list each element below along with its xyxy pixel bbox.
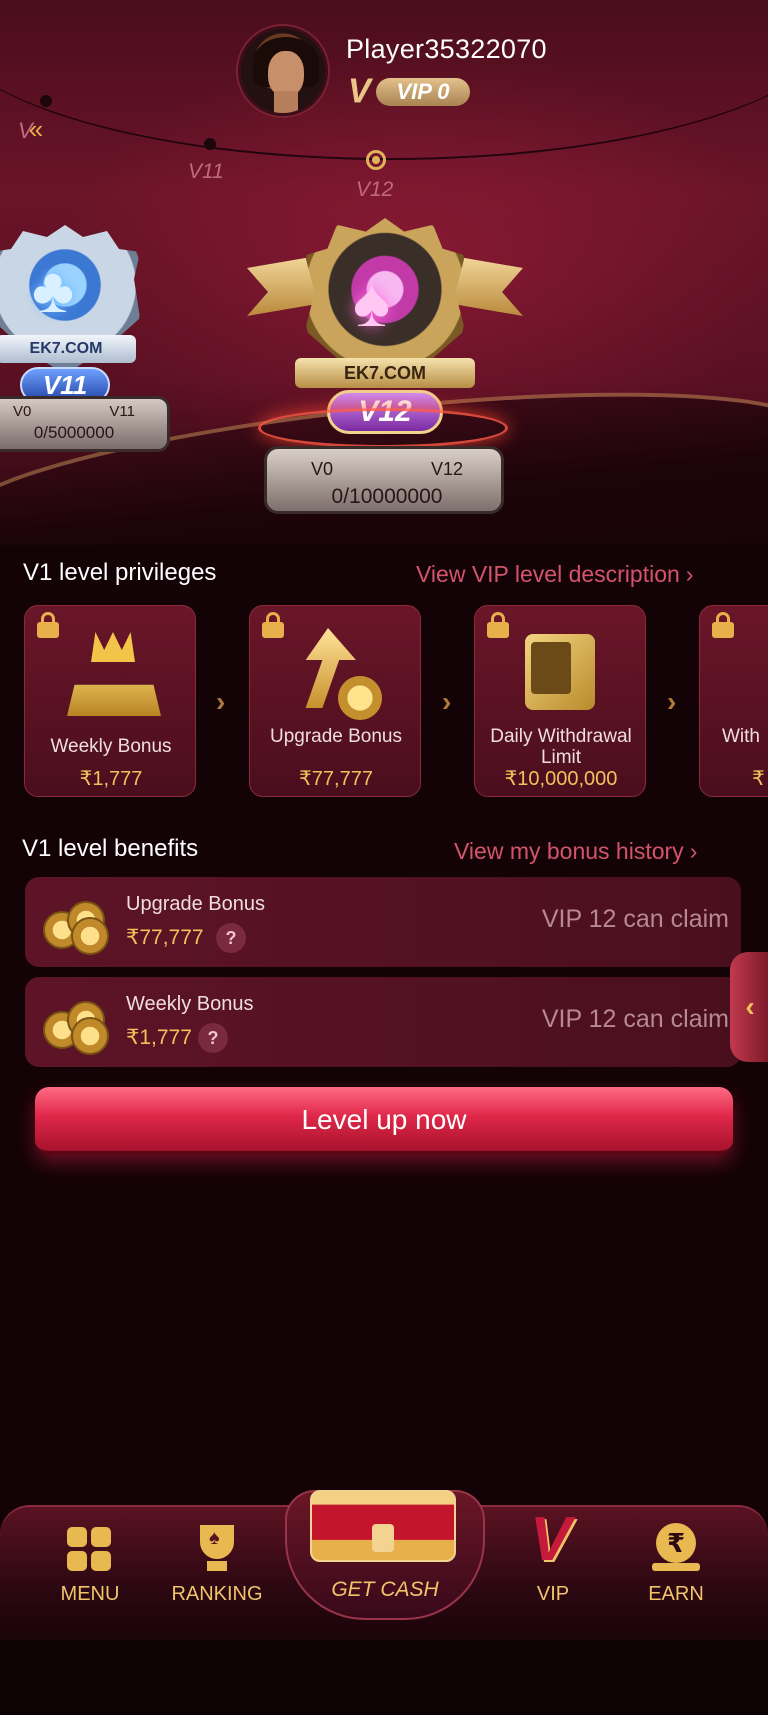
nav-ranking[interactable]: ♠ RANKING — [157, 1523, 277, 1606]
pedestal-to: V11 — [109, 403, 135, 420]
nav-vip-label: VIP — [536, 1583, 570, 1605]
privilege-value: ₹77,777 — [299, 768, 373, 790]
treasure-chest-icon[interactable] — [310, 1490, 456, 1562]
system-bar-area — [0, 1640, 768, 1715]
double-chevron-left-icon: « — [28, 114, 44, 144]
nav-menu[interactable]: MENU — [30, 1523, 150, 1606]
pedestal-progress: 0/5000000 — [33, 423, 115, 442]
pedestal-progress: 0/10000000 — [331, 485, 443, 508]
track-dot-v11[interactable] — [204, 138, 216, 150]
rupee-coin-icon: ₹ — [649, 1523, 703, 1575]
privilege-label: Daily Withdrawal Limit — [490, 726, 632, 768]
chevron-right-icon: › — [216, 686, 226, 717]
benefit-row-upgrade-bonus: Upgrade Bonus ₹77,777 ? VIP 12 can claim — [25, 877, 741, 967]
benefit-amount: ₹1,777 — [126, 1026, 192, 1049]
vip-page: Player35322070 V VIP 0 V« V11 V12 ♣ EK7.… — [0, 0, 768, 1715]
crown-treasure-icon — [61, 628, 161, 718]
badge-brand: EK7.COM — [295, 358, 475, 388]
badge-v12[interactable]: ♠ EK7.COM V12 — [245, 218, 525, 438]
lock-icon — [262, 612, 284, 638]
privilege-value: ₹1,777 — [79, 768, 143, 790]
menu-grid-icon — [63, 1523, 117, 1575]
benefit-amount: ₹77,777 — [126, 926, 204, 949]
level-up-button[interactable]: Level up now — [35, 1087, 733, 1155]
track-dot — [40, 95, 52, 107]
wing-left — [247, 256, 317, 316]
lock-icon — [712, 612, 734, 638]
benefit-status: VIP 12 can claim — [541, 1005, 729, 1033]
piggy-bank-icon — [736, 628, 768, 718]
lock-icon — [37, 612, 59, 638]
track-label-v11: V11 — [188, 160, 224, 183]
chevron-right-icon: › — [667, 686, 677, 717]
track-prev-button[interactable]: V« — [18, 114, 43, 145]
track-dot-v12-active[interactable] — [366, 150, 386, 170]
benefit-status: VIP 12 can claim — [541, 905, 729, 933]
side-drawer-toggle[interactable]: ‹ — [730, 952, 768, 1062]
pedestal-v12: V0 V12 0/10000000 — [264, 446, 504, 514]
privilege-label: With — [722, 726, 760, 747]
badge-v11[interactable]: ♣ EK7.COM V11 — [0, 225, 160, 415]
safe-icon — [511, 628, 611, 718]
vip-v-icon: V — [530, 1505, 572, 1574]
nav-ranking-label: RANKING — [171, 1583, 263, 1605]
vip-level-badge: V VIP 0 — [348, 74, 472, 108]
privilege-label: Weekly Bonus — [50, 736, 172, 757]
gold-coins-icon — [43, 897, 111, 955]
vip-level-text: VIP 0 — [376, 78, 470, 106]
wing-right — [453, 256, 523, 316]
benefit-row-weekly-bonus: Weekly Bonus ₹1,777 ? VIP 12 can claim — [25, 977, 741, 1067]
track-label-v12: V12 — [356, 178, 394, 201]
badge-brand: EK7.COM — [0, 335, 136, 363]
chevron-right-icon: › — [685, 561, 694, 587]
upgrade-arrow-coins-icon — [286, 628, 386, 720]
help-icon[interactable]: ? — [216, 923, 246, 953]
pedestal-from: V0 — [13, 403, 32, 420]
lock-icon — [487, 612, 509, 638]
privilege-label: Upgrade Bonus — [269, 726, 403, 747]
vip-description-link[interactable]: View VIP level description › — [416, 561, 693, 588]
club-gem-icon: ♣ — [32, 254, 74, 326]
pedestal-to: V12 — [430, 459, 463, 479]
bonus-history-link-label: View my bonus history — [454, 838, 684, 864]
privilege-value: ₹ — [752, 768, 765, 790]
help-icon[interactable]: ? — [198, 1023, 228, 1053]
player-name: Player35322070 — [346, 34, 547, 64]
gold-coins-icon — [43, 997, 111, 1055]
avatar[interactable] — [238, 26, 328, 116]
nav-menu-label: MENU — [60, 1583, 120, 1605]
chevron-right-icon: › — [442, 686, 452, 717]
bonus-history-link[interactable]: View my bonus history › — [454, 838, 697, 865]
privilege-card-weekly-bonus[interactable]: Weekly Bonus ₹1,777 — [24, 605, 196, 797]
benefits-title: V1 level benefits — [22, 835, 199, 862]
nav-vip[interactable]: V VIP — [493, 1505, 613, 1606]
pedestal-from: V0 — [311, 459, 334, 479]
vip-hero: Player35322070 V VIP 0 V« V11 V12 ♣ EK7.… — [0, 0, 768, 545]
nav-earn[interactable]: ₹ EARN — [616, 1523, 736, 1606]
privilege-card-upgrade-bonus[interactable]: Upgrade Bonus ₹77,777 — [249, 605, 421, 797]
nav-earn-label: EARN — [648, 1583, 704, 1605]
spade-gem-icon: ♠ — [353, 263, 391, 341]
pedestal-v11: V0 V11 0/5000000 — [0, 396, 170, 452]
pedestal-glow — [258, 408, 508, 448]
privilege-card-withdrawal-limit[interactable]: Daily Withdrawal Limit ₹10,000,000 — [474, 605, 646, 797]
nav-get-cash-label[interactable]: GET CASH — [285, 1578, 485, 1602]
chevron-right-icon: › — [689, 838, 698, 864]
privilege-value: ₹10,000,000 — [504, 768, 618, 790]
benefit-title: Upgrade Bonus — [126, 893, 265, 915]
privilege-card-withdrawal[interactable]: With ₹ — [699, 605, 768, 797]
trophy-icon: ♠ — [190, 1523, 244, 1575]
benefit-title: Weekly Bonus — [126, 993, 254, 1015]
privileges-title: V1 level privileges — [23, 559, 217, 586]
vip-description-link-label: View VIP level description — [416, 561, 680, 587]
